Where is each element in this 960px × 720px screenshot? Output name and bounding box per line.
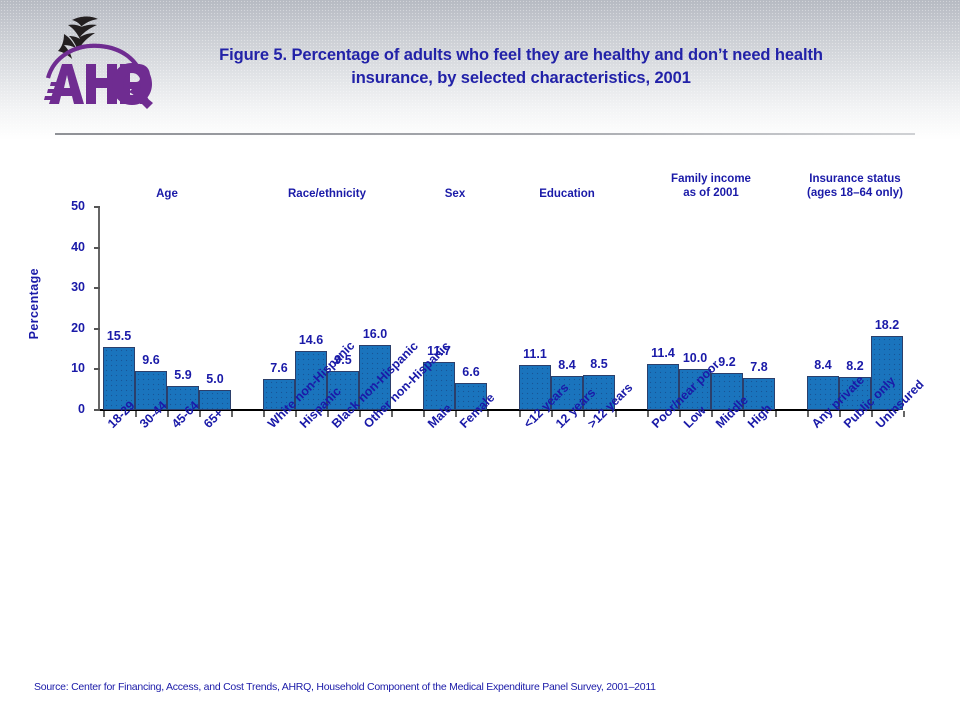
bar-value-label: 16.0 (362, 327, 388, 342)
x-tick-mark (327, 411, 329, 417)
group-header: Insurance status (ages 18–64 only) (807, 173, 903, 199)
x-tick-mark (519, 411, 521, 417)
y-tick-mark (94, 206, 100, 208)
y-tick-mark (94, 246, 100, 249)
x-tick-mark (871, 411, 873, 417)
x-tick-mark (359, 411, 361, 417)
y-tick-label: 0 (78, 402, 85, 416)
y-tick-label: 40 (71, 239, 85, 254)
x-tick-mark (455, 411, 457, 417)
bar-value-label: 15.5 (106, 329, 132, 344)
y-tick-label: 30 (71, 280, 85, 295)
y-tick-label: 20 (71, 320, 85, 335)
bar-value-label: 5.0 (206, 371, 224, 386)
bar-value-label: 8.5 (590, 357, 608, 372)
x-tick-mark (647, 411, 649, 417)
source-note: Source: Center for Financing, Access, an… (34, 681, 656, 693)
y-tick-mark (94, 368, 100, 371)
bar-value-label: 9.6 (142, 353, 160, 368)
y-tick-mark (94, 287, 100, 290)
x-tick-mark (103, 411, 105, 417)
bar-value-label: 7.8 (750, 360, 768, 375)
bar-value-label: 18.2 (874, 318, 900, 333)
bar-chart: Percentage 0 10 20 30 40 50 Age Race/ethnicity… (0, 0, 960, 720)
x-tick-mark (167, 411, 169, 417)
group-header: Education (539, 188, 595, 200)
x-tick-mark (423, 411, 425, 417)
x-tick-mark (903, 411, 905, 417)
x-tick-mark (391, 411, 393, 417)
x-tick-mark (775, 411, 777, 417)
x-tick-mark (231, 411, 233, 417)
x-tick-mark (295, 411, 297, 417)
y-tick-label: 50 (71, 199, 85, 213)
group-header: Family income as of 2001 (671, 173, 751, 199)
y-tick-mark (94, 409, 100, 411)
x-tick-mark (551, 411, 553, 417)
x-tick-mark (743, 411, 745, 417)
group-header: Age (156, 188, 178, 200)
x-tick-mark (135, 411, 137, 417)
y-axis-title: Percentage (27, 268, 41, 340)
x-tick-mark (807, 411, 809, 417)
x-tick-mark (487, 411, 489, 417)
bar-value-label: 14.6 (298, 332, 324, 347)
x-tick-mark (263, 411, 265, 417)
bar-value-label: 6.6 (462, 365, 480, 380)
x-tick-mark (839, 411, 841, 417)
x-tick-mark (583, 411, 585, 417)
x-tick-mark (199, 411, 201, 417)
y-axis-line (98, 206, 100, 411)
x-tick-mark (615, 411, 617, 417)
x-tick-mark (711, 411, 713, 417)
x-tick-mark (679, 411, 681, 417)
y-tick-label: 10 (71, 361, 85, 376)
